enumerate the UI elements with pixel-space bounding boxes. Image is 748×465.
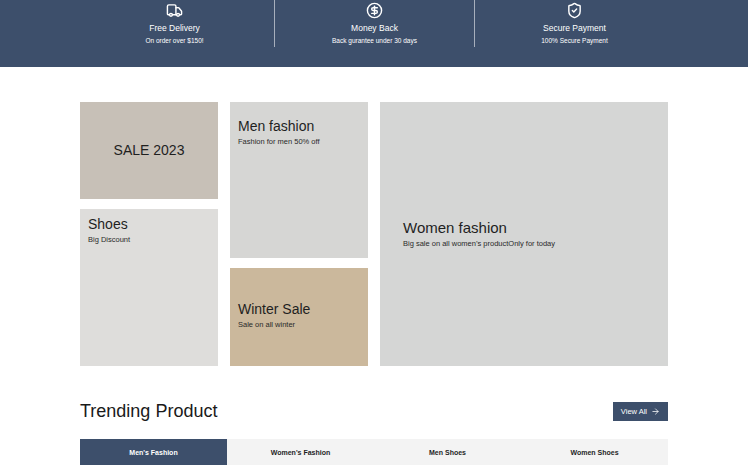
category-tab[interactable]: Men Shoes — [374, 439, 521, 465]
category-tabs: Men's FashionWomen's FashionMen ShoesWom… — [80, 439, 668, 465]
view-all-button[interactable]: View All — [613, 402, 668, 421]
shield-icon — [566, 2, 583, 19]
banner-grid: SALE 2023 Shoes Big Discount Men fashion Fas… — [80, 102, 668, 366]
feature-icon-wrap — [166, 1, 183, 19]
feature-subtitle: On order over $150! — [145, 36, 203, 46]
category-tab[interactable]: Men's Fashion — [80, 439, 227, 465]
sale-banner[interactable]: SALE 2023 — [80, 102, 218, 199]
banner-subtitle: Big Discount — [88, 235, 130, 245]
dollar-icon — [366, 2, 383, 19]
banner-column: SALE 2023 Shoes Big Discount — [80, 102, 218, 366]
feature-icon-wrap — [366, 1, 383, 19]
banner-subtitle: Sale on all winter — [238, 320, 295, 330]
banner-title: Shoes — [88, 216, 128, 233]
banner-title: Winter Sale — [238, 301, 310, 318]
banner-title: SALE 2023 — [114, 142, 185, 159]
men-fashion-banner[interactable]: Men fashion Fashion for men 50% off — [230, 102, 368, 258]
truck-icon — [166, 2, 183, 19]
feature-subtitle: Back gurantee under 30 days — [332, 36, 417, 46]
winter-sale-banner[interactable]: Winter Sale Sale on all winter — [230, 268, 368, 366]
section-title: Trending Product — [80, 400, 217, 422]
category-tab[interactable]: Women's Fashion — [227, 439, 374, 465]
banner-subtitle: Fashion for men 50% off — [238, 137, 320, 147]
banner-title: Men fashion — [238, 118, 314, 135]
feature-icon-wrap — [566, 1, 583, 19]
feature-item: Free Delivery On order over $150! — [74, 0, 274, 47]
banner-title: Women fashion — [403, 219, 507, 237]
shoes-banner[interactable]: Shoes Big Discount — [80, 209, 218, 366]
banner-column: Men fashion Fashion for men 50% off Winter… — [230, 102, 368, 366]
feature-title: Money Back — [351, 23, 398, 34]
arrow-right-icon — [651, 407, 660, 416]
feature-band: Free Delivery On order over $150! Money Ba… — [0, 0, 748, 67]
women-fashion-banner[interactable]: Women fashion Big sale on all women’s pro… — [380, 102, 668, 366]
category-tab[interactable]: Women Shoes — [521, 439, 668, 465]
trending-header: Trending Product View All — [80, 400, 668, 422]
feature-item: Money Back Back gurantee under 30 days — [274, 0, 474, 47]
page: Free Delivery On order over $150! Money Ba… — [0, 0, 748, 465]
feature-subtitle: 100% Secure Payment — [541, 36, 607, 46]
banner-subtitle: Big sale on all women’s productOnly for … — [403, 239, 555, 249]
feature-title: Free Delivery — [149, 23, 200, 34]
feature-item: Secure Payment 100% Secure Payment — [474, 0, 674, 47]
feature-title: Secure Payment — [543, 23, 606, 34]
